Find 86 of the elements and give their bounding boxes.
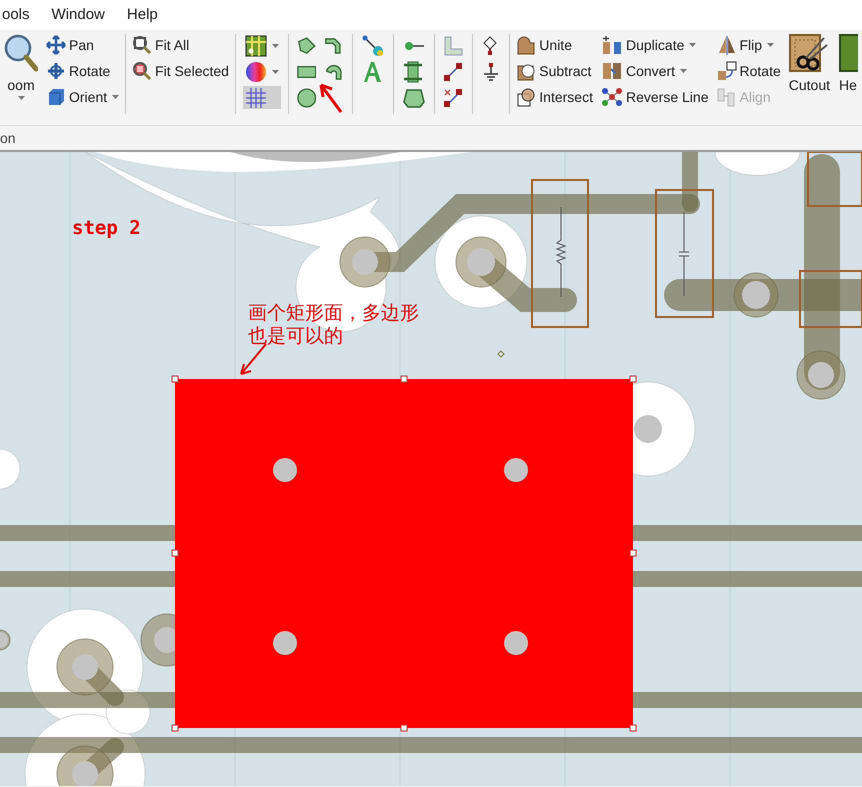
port-diamond-icon xyxy=(482,36,498,56)
selection-handle xyxy=(400,724,408,732)
tool-button[interactable] xyxy=(242,34,281,57)
intersect-icon xyxy=(516,87,536,107)
via-pad xyxy=(504,458,528,482)
move-arrows-icon xyxy=(46,35,66,55)
component-outline xyxy=(807,152,862,207)
origin-marker xyxy=(497,350,505,358)
selection-handle xyxy=(630,724,636,732)
selection-handle xyxy=(400,376,408,382)
route-icon xyxy=(362,34,384,56)
corner-icon xyxy=(443,36,464,56)
nodes-icon xyxy=(601,87,623,107)
duplicate-icon xyxy=(601,35,623,55)
ribbon-button[interactable]: Duplicate xyxy=(601,34,708,56)
ribbon-button[interactable]: Unite xyxy=(516,34,593,56)
caret-icon xyxy=(767,43,774,47)
menu-item[interactable]: Help xyxy=(124,4,160,26)
menu-item[interactable]: Window xyxy=(50,4,107,26)
magnifier-icon xyxy=(4,34,38,74)
via-pad xyxy=(734,272,778,318)
layers-icon xyxy=(244,34,267,56)
ribbon-button[interactable]: Rotate xyxy=(46,60,120,82)
caret-icon xyxy=(18,96,24,100)
text-tool-icon xyxy=(362,60,382,82)
grid-icon xyxy=(244,86,267,108)
rotate-shape-icon xyxy=(716,61,736,81)
ribbon-large-button[interactable]: oom xyxy=(3,34,39,100)
connect-line-icon xyxy=(443,62,464,82)
clearance-area xyxy=(0,448,20,490)
ribbon-button[interactable]: Intersect xyxy=(516,86,593,108)
caret-icon xyxy=(272,70,279,74)
zoom-fit-icon xyxy=(132,35,152,55)
caret-icon xyxy=(272,44,279,48)
pad-shape-icon xyxy=(402,88,425,108)
via-pad xyxy=(0,630,10,650)
unite-icon xyxy=(516,35,536,55)
align-icon xyxy=(716,87,736,107)
disconnect-line-icon xyxy=(443,88,464,108)
convert-icon xyxy=(601,61,623,81)
ribbon-button[interactable]: Flip xyxy=(716,34,781,56)
ribbon-button[interactable]: Fit Selected xyxy=(132,60,229,82)
caret-icon xyxy=(689,43,696,47)
zoom-selection-icon xyxy=(132,61,152,81)
rotate-arrows-icon xyxy=(46,61,66,81)
ribbon-large-button[interactable]: Cutout xyxy=(788,34,831,94)
polygon-tool-icon xyxy=(296,36,316,56)
annotation-arrow xyxy=(318,82,344,114)
arc-tool-icon xyxy=(324,62,344,82)
cube-icon xyxy=(46,87,66,107)
ribbon-button[interactable]: Pan xyxy=(46,34,120,56)
ribbon-button[interactable]: Orient xyxy=(46,86,120,108)
ribbon-button[interactable]: Rotate xyxy=(716,60,781,82)
via-stack-icon xyxy=(402,60,423,82)
color-wheel-icon xyxy=(244,60,267,82)
via-pad xyxy=(504,631,528,655)
menu-item[interactable]: ools xyxy=(0,4,32,26)
annotation-text: 画个矩形面，多边形也是可以的 xyxy=(248,302,420,348)
component-outline xyxy=(799,270,862,328)
via-pad xyxy=(273,631,297,655)
scissors-board-icon xyxy=(789,34,830,74)
ground-icon xyxy=(482,62,500,82)
caret-icon xyxy=(112,95,120,99)
ribbon-button[interactable]: Subtract xyxy=(516,60,593,82)
via-pad xyxy=(796,350,846,400)
ribbon-button[interactable]: Fit All xyxy=(132,34,229,56)
ribbon-button[interactable]: Convert xyxy=(601,60,708,82)
via-pad xyxy=(456,236,506,288)
via-pad xyxy=(273,458,297,482)
ribbon-button[interactable]: Reverse Line xyxy=(601,86,708,108)
ribbon-large-button[interactable]: He xyxy=(837,34,859,94)
via-pad xyxy=(56,638,114,696)
board-icon xyxy=(838,34,858,74)
annotation-text: step 2 xyxy=(72,216,141,241)
via-pad xyxy=(56,746,114,786)
selection-handle xyxy=(630,550,636,556)
circle-tool-icon xyxy=(296,87,316,109)
annotation-arrow xyxy=(240,343,267,375)
flip-icon xyxy=(716,35,736,55)
ribbon-group-label: on xyxy=(0,128,16,148)
caret-icon xyxy=(680,69,688,73)
via-pad xyxy=(634,415,662,443)
selection-handle xyxy=(172,724,178,732)
selection-handle xyxy=(172,550,178,556)
selection-handle xyxy=(172,376,178,382)
via-pad xyxy=(340,236,390,288)
